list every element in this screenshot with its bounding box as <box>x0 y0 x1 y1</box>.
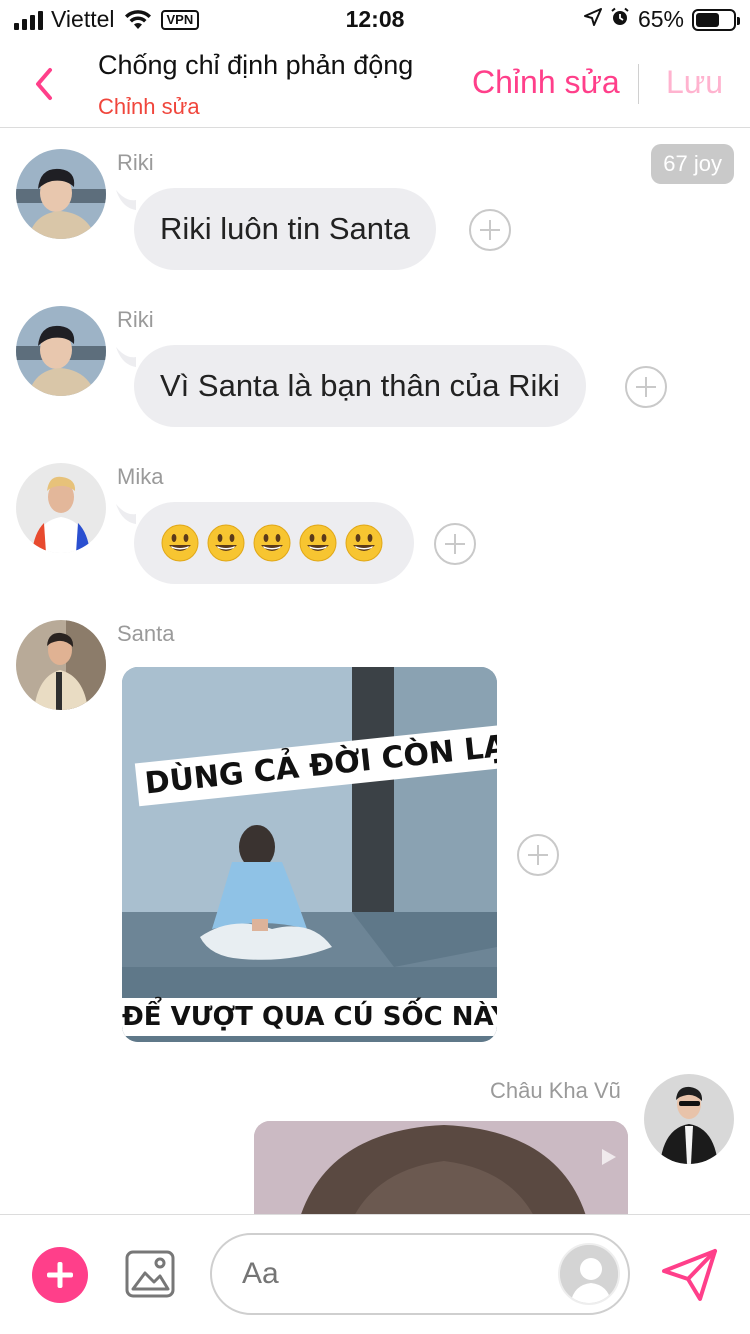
persona-avatar-button[interactable] <box>558 1243 620 1305</box>
grinning-face-emoji <box>253 524 291 562</box>
send-icon <box>662 1249 717 1301</box>
sent-image[interactable] <box>254 1121 628 1214</box>
meme-image[interactable]: DÙNG CẢ ĐỜI CÒN LẠI ĐỂ VƯỢT QUA CÚ SỐC N… <box>122 667 497 1042</box>
meme-picture <box>122 667 497 1042</box>
chevron-left-icon <box>36 68 52 100</box>
edit-button[interactable]: Chỉnh sửa <box>472 64 620 101</box>
battery-icon <box>692 8 740 31</box>
composer <box>0 1214 750 1334</box>
chat-title: Chống chỉ định phản động <box>98 50 414 80</box>
chat-subtitle[interactable]: Chỉnh sửa <box>98 94 200 120</box>
back-button[interactable] <box>30 64 60 104</box>
joy-badge: 67 joy <box>651 144 734 184</box>
header-divider <box>638 64 639 104</box>
grinning-face-emoji <box>345 524 383 562</box>
status-bar: Viettel VPN 12:08 65% <box>0 0 750 40</box>
save-button[interactable]: Lưu <box>666 64 723 101</box>
sender-name: Riki <box>117 307 154 332</box>
battery-fill <box>696 12 720 27</box>
location-icon <box>583 8 602 31</box>
avatar-chau-kha-vu[interactable] <box>644 1074 734 1164</box>
add-reaction-button[interactable] <box>625 366 667 408</box>
grinning-face-emoji <box>299 524 337 562</box>
sender-name-self: Châu Kha Vũ <box>490 1078 621 1103</box>
avatar-santa[interactable] <box>16 620 106 710</box>
message-bubble[interactable]: Vì Santa là bạn thân của Riki <box>134 345 586 427</box>
alarm-icon <box>610 7 630 32</box>
send-button[interactable] <box>660 1247 720 1303</box>
bubble-tail <box>116 347 136 367</box>
sent-picture <box>254 1121 628 1214</box>
message-bubble[interactable]: Riki luôn tin Santa <box>134 188 436 270</box>
add-reaction-button[interactable] <box>469 209 511 251</box>
add-button[interactable] <box>32 1247 88 1303</box>
bubble-tail <box>116 190 136 210</box>
chat-header: Chống chỉ định phản động Chỉnh sửa Chỉnh… <box>0 40 750 128</box>
grinning-face-emoji <box>161 524 199 562</box>
emoji-message-bubble[interactable] <box>134 502 414 584</box>
gallery-button[interactable] <box>124 1249 176 1299</box>
bubble-tail <box>116 504 136 524</box>
battery-percent: 65% <box>637 6 684 32</box>
avatar-riki[interactable] <box>16 306 106 396</box>
add-reaction-button[interactable] <box>434 523 476 565</box>
sender-name: Santa <box>117 621 175 646</box>
sender-name: Riki <box>117 150 154 175</box>
status-right: 65% <box>583 6 740 33</box>
chat-messages[interactable]: 67 joy Riki Riki luôn tin Santa Riki Vì … <box>0 128 750 1214</box>
avatar-mika[interactable] <box>16 463 106 553</box>
grinning-face-emoji <box>207 524 245 562</box>
image-icon <box>125 1250 175 1298</box>
add-reaction-button[interactable] <box>517 834 559 876</box>
sender-name: Mika <box>117 464 164 489</box>
meme-caption-bottom: ĐỂ VƯỢT QUA CÚ SỐC NÀY <box>122 998 497 1036</box>
avatar-riki[interactable] <box>16 149 106 239</box>
